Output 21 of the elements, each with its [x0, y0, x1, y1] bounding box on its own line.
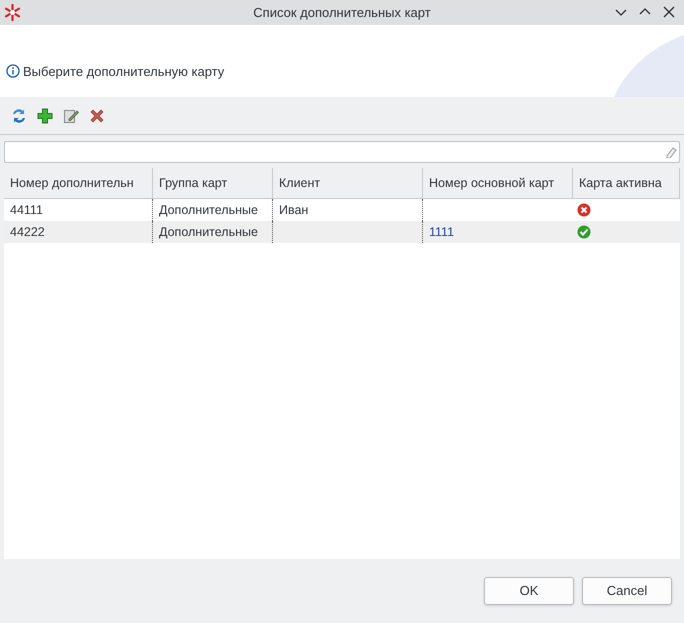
- column-header[interactable]: Карта активна: [573, 168, 680, 198]
- column-header[interactable]: Номер дополнительн: [4, 168, 153, 198]
- dialog-button[interactable]: Cancel: [582, 577, 672, 605]
- table-cell-text: Иван: [279, 202, 308, 219]
- app-logo-icon: [4, 4, 21, 21]
- filter-field[interactable]: [4, 141, 680, 163]
- table-cell-text: Дополнительные: [159, 202, 258, 219]
- window-title: Список дополнительных карт: [253, 4, 431, 22]
- eraser-icon[interactable]: [665, 146, 677, 158]
- banner-message: Выберите дополнительную карту: [23, 62, 224, 81]
- plus-icon[interactable]: [36, 106, 54, 124]
- dialog-button[interactable]: OK: [484, 577, 574, 605]
- column-header[interactable]: Номер основной карт: [423, 168, 573, 198]
- info-icon: [6, 64, 20, 78]
- table-cell-text: 44222: [10, 224, 45, 241]
- table-cell-text: 1111: [429, 224, 454, 241]
- column-header[interactable]: Группа карт: [153, 168, 273, 198]
- table-cell-text: Дополнительные: [159, 224, 258, 241]
- table-cell-text: 44111: [10, 202, 43, 219]
- refresh-icon[interactable]: [10, 106, 28, 124]
- column-header[interactable]: Клиент: [273, 168, 423, 198]
